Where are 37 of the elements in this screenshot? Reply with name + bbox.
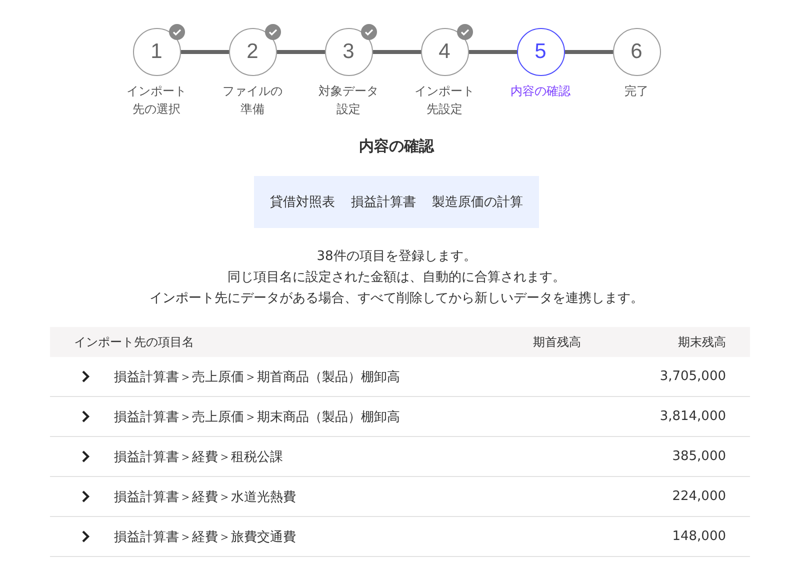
info-text: インポート先にデータがある場合、すべて削除してから新しいデータを連携します。 (150, 290, 644, 308)
column-header: インポート先の項目名 (73, 334, 195, 350)
table-cell: 224,000 (672, 489, 726, 504)
table-cell: 3,814,000 (660, 409, 726, 424)
expand-icon[interactable] (81, 450, 90, 463)
category-label: 製造原価の計算 (432, 194, 523, 211)
step-label: 対象データ (318, 83, 378, 100)
step-circle: 6 (612, 28, 660, 76)
step-label: ファイルの (222, 83, 282, 100)
table-cell-text: 損益計算書＞売上原価＞期末商品（製品）棚卸高 (114, 408, 400, 426)
expand-icon[interactable] (81, 410, 90, 423)
step-label: インポート (414, 83, 474, 100)
table-cell: 385,000 (672, 449, 726, 464)
step-label: 内容の確認 (510, 83, 570, 100)
expand-icon[interactable] (81, 370, 90, 383)
table-cell: 3,705,000 (660, 369, 726, 384)
info-text: 同じ項目名に設定された金額は、自動的に合算されます。 (228, 269, 566, 287)
step-label: 設定 (336, 101, 360, 118)
step-label: 先設定 (426, 101, 462, 118)
table-cell-text: 損益計算書＞経費＞租税公課 (114, 448, 283, 466)
table-cell: 148,000 (672, 529, 726, 544)
step-label: インポート (126, 83, 186, 100)
section-heading: 内容の確認 (359, 136, 434, 156)
info-text: 38件の項目を登録します。 (316, 248, 476, 266)
step-label: 先の選択 (132, 101, 180, 118)
category-label: 貸借対照表 (270, 194, 335, 211)
category-label: 損益計算書 (351, 194, 416, 211)
table-cell-text: 損益計算書＞経費＞水道光熱費 (114, 488, 296, 506)
expand-icon[interactable] (81, 490, 90, 503)
column-header: 期首残高 (532, 334, 581, 350)
step-label: 完了 (624, 83, 648, 100)
column-header: 期末残高 (677, 334, 727, 350)
expand-icon[interactable] (81, 530, 90, 543)
step-circle: 5 (516, 28, 564, 76)
table-cell-text: 損益計算書＞経費＞旅費交通費 (114, 528, 296, 546)
table-cell-text: 損益計算書＞売上原価＞期首商品（製品）棚卸高 (114, 368, 400, 386)
step-label: 準備 (240, 101, 264, 118)
